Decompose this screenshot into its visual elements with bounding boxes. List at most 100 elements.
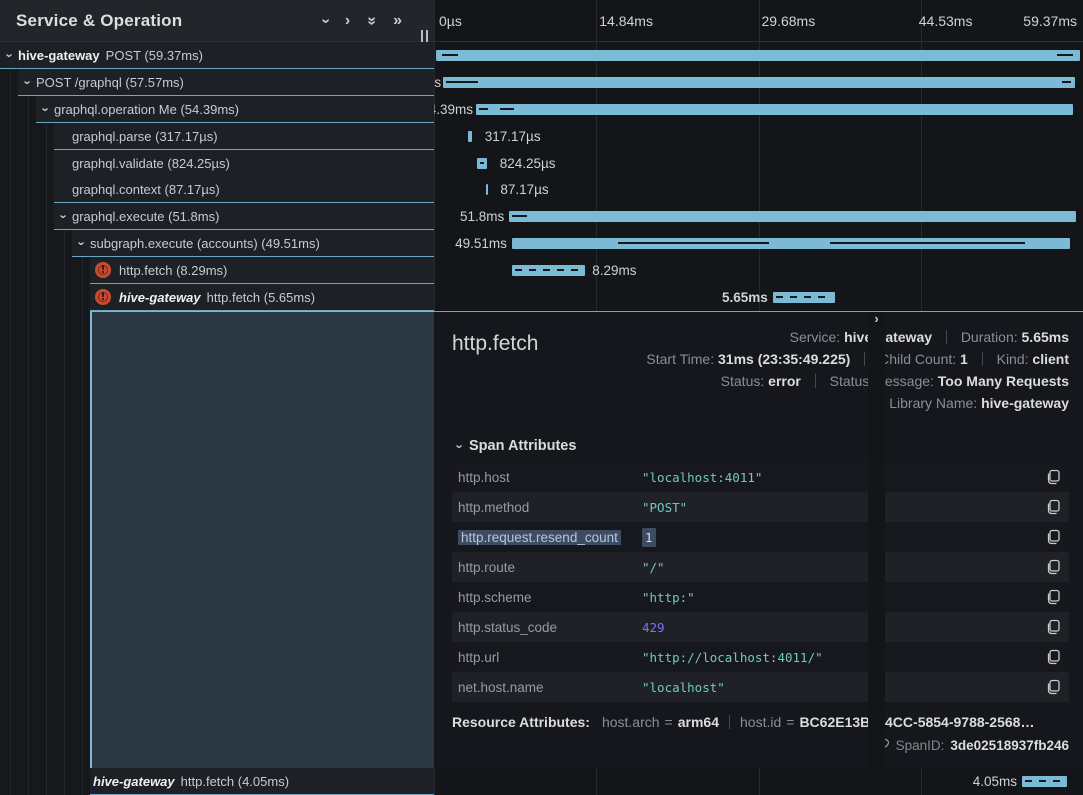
- collapse-all-icon[interactable]: »: [364, 16, 380, 25]
- chevron-down-icon[interactable]: [57, 210, 72, 223]
- span-bar[interactable]: [436, 50, 1080, 61]
- attribute-row: http.scheme "http:": [452, 582, 1069, 612]
- copy-icon[interactable]: [1045, 679, 1061, 695]
- kind-label: Kind:: [997, 351, 1029, 367]
- span-name: graphql.execute (51.8ms): [72, 209, 219, 224]
- equals-sign: =: [665, 714, 673, 730]
- span-attributes-header[interactable]: Span Attributes: [452, 438, 1069, 454]
- collapse-one-icon[interactable]: ›: [317, 18, 333, 23]
- span-detail-panel: http.fetch Service: hive-gateway Duratio…: [434, 311, 1083, 768]
- span-bar-row: 57.57ms: [434, 69, 1083, 96]
- chevron-down-icon[interactable]: [39, 103, 54, 116]
- attribute-key: http.status_code: [458, 620, 642, 635]
- tree-row-hive-gateway-post[interactable]: hive-gateway POST (59.37ms): [0, 42, 434, 69]
- span-name: graphql.parse (317.17µs): [72, 129, 218, 144]
- resource-attributes-title: Resource Attributes:: [452, 714, 590, 730]
- span-detail-header: http.fetch Service: hive-gateway Duratio…: [452, 326, 1069, 414]
- span-bar-row: 54.39ms: [434, 96, 1083, 123]
- start-time-label: Start Time:: [646, 351, 714, 367]
- resource-attributes-row[interactable]: Resource Attributes: host.arch = arm64 h…: [452, 714, 1069, 730]
- tree-row-graphql-validate[interactable]: graphql.validate (824.25µs): [54, 150, 434, 177]
- chevron-down-icon[interactable]: [75, 237, 90, 250]
- timeline-panel: 0µs 14.84ms 29.68ms 44.53ms 59.37ms 57.5…: [434, 0, 1083, 795]
- resource-value: BC62E13B-C4CC-5854-9788-2568…: [799, 714, 1034, 730]
- span-bar[interactable]: [443, 77, 1074, 88]
- span-id-row: SpanID: 3de02518937fb246: [452, 738, 1069, 753]
- chevron-down-icon: [452, 440, 469, 453]
- copy-icon[interactable]: [1045, 499, 1061, 515]
- span-tree-panel: Service & Operation › › » » hive-gateway…: [0, 0, 434, 795]
- span-bar[interactable]: [509, 211, 1076, 222]
- span-detail-title: http.fetch: [452, 326, 538, 356]
- ruler-tick: 29.68ms: [762, 0, 816, 42]
- tree-row-http-fetch-829[interactable]: ! http.fetch (8.29ms): [90, 257, 434, 284]
- span-name: subgraph.execute (accounts) (49.51ms): [90, 236, 320, 251]
- attribute-key: http.method: [458, 500, 642, 515]
- span-name: http.fetch (8.29ms): [119, 263, 227, 278]
- expand-all-icon[interactable]: »: [393, 13, 402, 29]
- duration-label: 87.17µs: [500, 176, 548, 203]
- copy-icon[interactable]: [1045, 589, 1061, 605]
- overview-line: Start Time: 31ms (23:35:49.225) Child Co…: [646, 348, 1069, 370]
- selected-span-detail-backdrop: [90, 311, 434, 768]
- tree-row-graphql-operation[interactable]: graphql.operation Me (54.39ms): [36, 96, 434, 123]
- tree-row-post-graphql[interactable]: POST /graphql (57.57ms): [18, 69, 434, 96]
- copy-icon[interactable]: [1045, 529, 1061, 545]
- span-overview: Service: hive-gateway Duration: 5.65ms S…: [646, 326, 1069, 414]
- copy-icon[interactable]: [1045, 559, 1061, 575]
- attribute-value: 429: [642, 620, 665, 635]
- span-bar[interactable]: [476, 104, 1073, 115]
- duration-label: 8.29ms: [592, 257, 636, 284]
- span-bar[interactable]: [773, 292, 835, 303]
- overview-line: Status: error Status Message: Too Many R…: [646, 370, 1069, 392]
- span-name: POST /graphql (57.57ms): [36, 75, 184, 90]
- span-attributes-table: http.host "localhost:4011" http.method "…: [452, 462, 1069, 702]
- duration-label: 317.17µs: [485, 123, 541, 150]
- span-bar[interactable]: [1022, 776, 1067, 787]
- span-name: http.fetch (4.05ms): [181, 774, 289, 789]
- span-bar[interactable]: [512, 238, 1070, 249]
- tree-row-graphql-context[interactable]: graphql.context (87.17µs): [54, 176, 434, 203]
- attribute-row: http.route "/": [452, 552, 1069, 582]
- span-name: POST (59.37ms): [106, 48, 203, 63]
- span-bar[interactable]: [486, 184, 488, 195]
- resource-key: host.arch: [602, 714, 660, 730]
- span-bar-row: 8.29ms: [434, 257, 1083, 284]
- attribute-row: net.host.name "localhost": [452, 672, 1069, 702]
- span-bar-row: 51.8ms: [434, 203, 1083, 230]
- attribute-value: "/": [642, 560, 665, 575]
- service-label: Service:: [790, 329, 841, 345]
- attribute-key: http.scheme: [458, 590, 642, 605]
- duration-label: 51.8ms: [460, 203, 504, 230]
- copy-icon[interactable]: [1045, 619, 1061, 635]
- attribute-key: http.route: [458, 560, 642, 575]
- attribute-key: http.host: [458, 470, 642, 485]
- ruler-tick: 44.53ms: [919, 0, 973, 42]
- span-bar-row: 87.17µs: [434, 176, 1083, 203]
- span-bar[interactable]: [477, 158, 487, 169]
- tree-row-http-fetch-405[interactable]: hive-gateway http.fetch (4.05ms): [90, 768, 434, 795]
- span-bar[interactable]: [468, 131, 473, 142]
- chevron-down-icon[interactable]: [3, 49, 18, 62]
- tree-header-title: Service & Operation: [0, 11, 182, 31]
- tree-row-http-fetch-565-selected[interactable]: ! hive-gateway http.fetch (5.65ms): [90, 284, 434, 311]
- tree-row-graphql-parse[interactable]: graphql.parse (317.17µs): [54, 123, 434, 150]
- child-count-value: 1: [960, 351, 968, 367]
- duration-label: 5.65ms: [722, 284, 768, 311]
- tree-row-subgraph-execute[interactable]: subgraph.execute (accounts) (49.51ms): [72, 230, 434, 257]
- attribute-value: "localhost:4011": [642, 470, 762, 485]
- kind-value: client: [1032, 351, 1069, 367]
- span-bar-row-selected: 5.65ms: [434, 284, 1083, 311]
- equals-sign: =: [786, 714, 794, 730]
- chevron-down-icon[interactable]: [21, 76, 36, 89]
- attribute-value: "localhost": [642, 680, 725, 695]
- copy-icon[interactable]: [1045, 649, 1061, 665]
- attribute-key: http.url: [458, 650, 642, 665]
- duration-label: 54.39ms: [434, 96, 473, 123]
- tree-row-graphql-execute[interactable]: graphql.execute (51.8ms): [54, 203, 434, 230]
- divider: [815, 374, 816, 388]
- copy-icon[interactable]: [1045, 469, 1061, 485]
- duration-label: 4.05ms: [973, 768, 1017, 795]
- span-bar[interactable]: [512, 265, 585, 276]
- expand-one-icon[interactable]: ›: [345, 13, 350, 29]
